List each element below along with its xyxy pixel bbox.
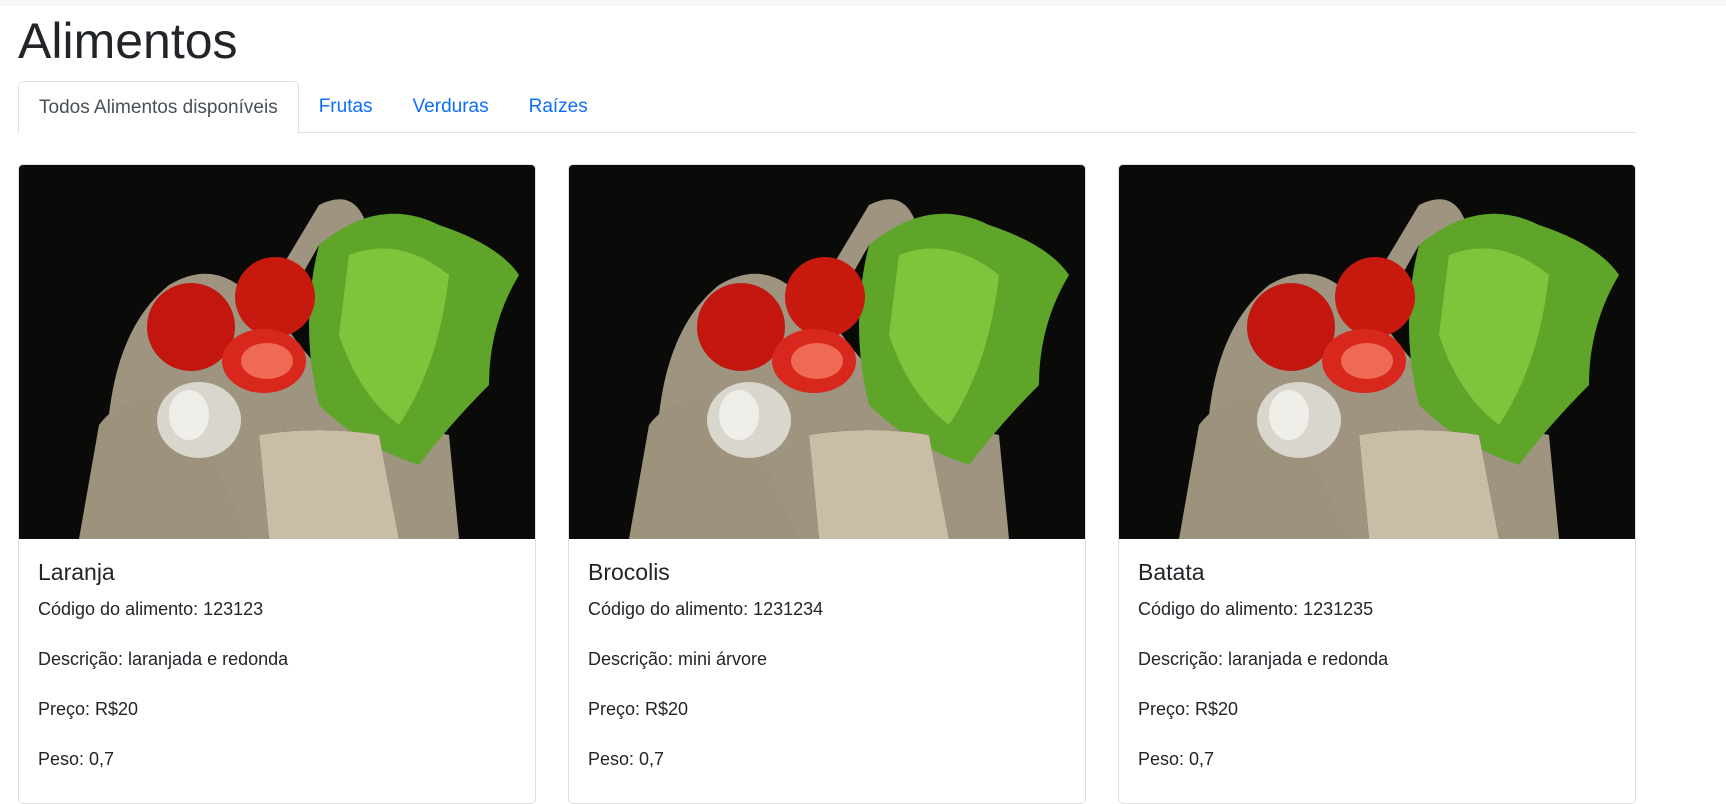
- food-weight: Peso: 0,7: [38, 749, 115, 769]
- page-title: Alimentos: [18, 13, 238, 69]
- food-image: [1119, 165, 1635, 539]
- tab-frutas[interactable]: Frutas: [299, 81, 393, 132]
- tab-verduras[interactable]: Verduras: [393, 81, 509, 132]
- tab-all[interactable]: Todos Alimentos disponíveis: [18, 81, 299, 134]
- food-image: [19, 165, 535, 539]
- food-price: Preço: R$20: [1138, 699, 1239, 719]
- food-code: Código do alimento: 123123: [38, 599, 264, 619]
- food-name: Laranja: [38, 559, 115, 585]
- tab-raizes[interactable]: Raízes: [509, 81, 608, 132]
- food-card: Brocolis Código do alimento: 1231234 Des…: [568, 164, 1086, 804]
- food-description: Descrição: laranjada e redonda: [1138, 649, 1389, 669]
- food-price: Preço: R$20: [38, 699, 139, 719]
- food-card: Laranja Código do alimento: 123123 Descr…: [18, 164, 536, 804]
- food-code: Código do alimento: 1231234: [588, 599, 824, 619]
- food-weight: Peso: 0,7: [588, 749, 665, 769]
- food-price: Preço: R$20: [588, 699, 689, 719]
- food-card: Batata Código do alimento: 1231235 Descr…: [1118, 164, 1636, 804]
- food-description: Descrição: mini árvore: [588, 649, 768, 669]
- food-name: Batata: [1138, 559, 1205, 585]
- food-code: Código do alimento: 1231235: [1138, 599, 1374, 619]
- food-image: [569, 165, 1085, 539]
- food-card-list: Laranja Código do alimento: 123123 Descr…: [18, 164, 1636, 804]
- food-weight: Peso: 0,7: [1138, 749, 1215, 769]
- food-name: Brocolis: [588, 559, 670, 585]
- category-tabs: Todos Alimentos disponíveis Frutas Verdu…: [18, 81, 1636, 134]
- food-description: Descrição: laranjada e redonda: [38, 649, 289, 669]
